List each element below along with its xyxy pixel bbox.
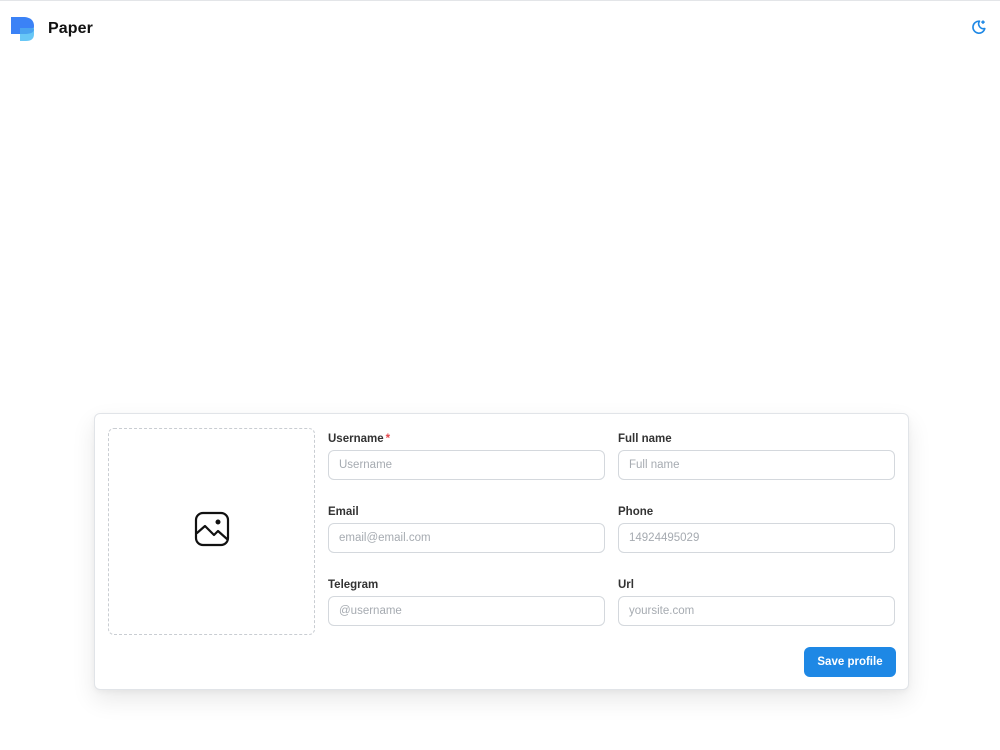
email-label: Email — [328, 506, 359, 518]
paper-logo-icon[interactable] — [10, 16, 36, 42]
username-field-group: Username * — [328, 432, 606, 480]
required-mark: * — [385, 433, 391, 445]
phone-input[interactable] — [618, 523, 895, 553]
profile-card: Username* Full name Email Phone Telegram… — [94, 413, 909, 690]
app-header: Paper — [0, 1, 1000, 57]
full-name-input[interactable] — [618, 450, 895, 480]
full-name-field-group: Full name — [618, 432, 896, 480]
phone-field-group: Phone — [618, 505, 896, 553]
username-input[interactable] — [328, 450, 605, 480]
username-label: Username * — [328, 432, 606, 446]
url-label: Url — [618, 579, 634, 591]
moon-icon — [971, 19, 987, 40]
username-label-text: Username — [328, 433, 384, 445]
image-icon — [194, 511, 230, 552]
save-profile-button[interactable]: Save profile — [804, 647, 896, 677]
url-input[interactable] — [618, 596, 895, 626]
telegram-field-group: Telegram — [328, 578, 606, 626]
email-field-group: Email — [328, 505, 606, 553]
avatar-upload-dropzone[interactable] — [108, 428, 315, 635]
telegram-input[interactable] — [328, 596, 605, 626]
url-field-group: Url — [618, 578, 896, 626]
phone-label: Phone — [618, 506, 654, 518]
full-name-label: Full name — [618, 433, 672, 445]
telegram-label: Telegram — [328, 579, 379, 591]
app-title: Paper — [48, 20, 93, 37]
theme-toggle-button[interactable] — [968, 18, 990, 40]
email-input[interactable] — [328, 523, 605, 553]
